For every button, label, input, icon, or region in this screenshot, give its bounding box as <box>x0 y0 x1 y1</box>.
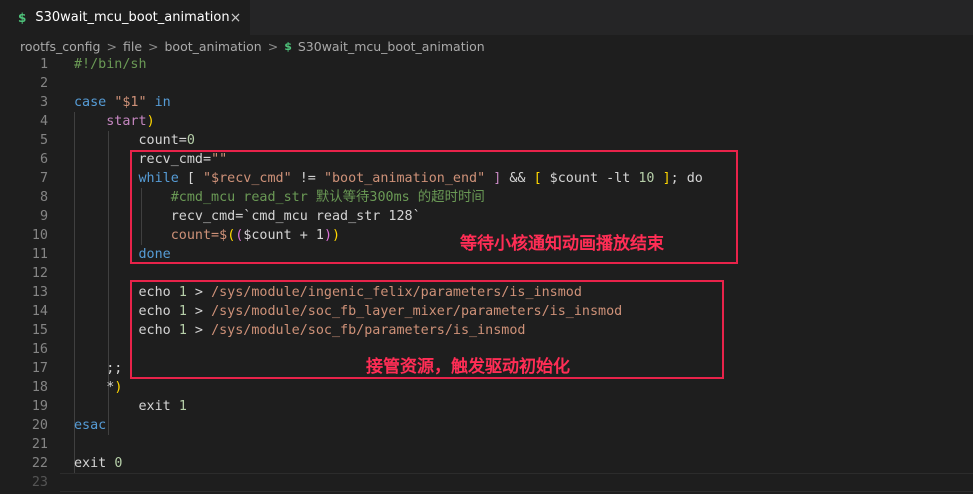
line-number: 14 <box>31 304 48 319</box>
code-token: ) <box>146 114 155 129</box>
code-text: #!/bin/sh <box>74 55 147 74</box>
code-line: 5 count=0 <box>0 131 973 150</box>
breadcrumb-item-file-name[interactable]: S30wait_mcu_boot_animation <box>298 39 485 54</box>
breadcrumb-item-rootfs-config[interactable]: rootfs_config <box>20 39 100 54</box>
line-number: 8 <box>39 190 48 205</box>
line-number: 22 <box>31 456 48 471</box>
line-number: 10 <box>31 228 48 243</box>
code-line: 3 case "$1" in <box>0 93 973 112</box>
code-line: 18 *) <box>0 378 973 397</box>
tab-s30wait-mcu-boot-animation[interactable]: $ S30wait_mcu_boot_animation × <box>0 0 250 35</box>
code-text: ;; <box>74 359 122 378</box>
code-token: 0 <box>114 456 123 471</box>
tab-title: S30wait_mcu_boot_animation <box>35 10 230 25</box>
code-token: 1 <box>178 399 187 414</box>
code-editor[interactable]: 1 #!/bin/sh 2 3 case "$1" in 4 start) 5 count=… <box>0 55 973 494</box>
code-token: "$1" <box>114 95 147 110</box>
code-token: ) <box>114 380 123 395</box>
line-number: 18 <box>31 380 48 395</box>
line-number: 12 <box>31 266 48 281</box>
code-token: count= <box>74 133 187 148</box>
line-number: 2 <box>39 76 48 91</box>
code-line: 20 esac <box>0 416 973 435</box>
line-number: 21 <box>31 437 48 452</box>
line-number: 16 <box>31 342 48 357</box>
code-line: 22 exit 0 <box>0 454 973 473</box>
code-text: *) <box>74 378 122 397</box>
code-token: case <box>74 95 107 110</box>
code-token: esac <box>74 418 107 433</box>
tab-bar: $ S30wait_mcu_boot_animation × <box>0 0 973 35</box>
line-number: 20 <box>31 418 48 433</box>
code-token: exit <box>74 399 179 414</box>
breadcrumb: rootfs_config > file > boot_animation > … <box>0 35 973 57</box>
line-number: 9 <box>39 209 48 224</box>
code-token: * <box>74 380 115 395</box>
line-number: 1 <box>39 57 48 72</box>
code-token: start <box>106 114 147 129</box>
code-text: exit 1 <box>74 397 187 416</box>
annotation-wait: 等待小核通知动画播放结束 <box>460 234 664 254</box>
line-number: 6 <box>39 152 48 167</box>
code-text: case "$1" in <box>74 93 171 112</box>
line-number: 19 <box>31 399 48 414</box>
line-number: 15 <box>31 323 48 338</box>
line-number: 5 <box>39 133 48 148</box>
code-token: 0 <box>186 133 195 148</box>
code-token: in <box>154 95 171 110</box>
line-number: 3 <box>39 95 48 110</box>
breadcrumb-item-boot-animation[interactable]: boot_animation <box>165 39 262 54</box>
chevron-right-icon: > <box>267 38 279 54</box>
code-text: exit 0 <box>74 454 122 473</box>
code-text: count=0 <box>74 131 195 150</box>
code-line: 23 <box>0 473 973 492</box>
line-number: 11 <box>31 247 48 262</box>
chevron-right-icon: > <box>106 38 117 54</box>
code-token: #!/bin/sh <box>74 57 147 72</box>
code-token: exit <box>74 456 115 471</box>
breadcrumb-item-file[interactable]: file <box>123 39 142 54</box>
code-line: 4 start) <box>0 112 973 131</box>
close-icon[interactable]: × <box>230 10 242 26</box>
line-number: 4 <box>39 114 48 129</box>
chevron-right-icon: > <box>148 38 159 54</box>
line-number: 17 <box>31 361 48 376</box>
annotation-takeover: 接管资源，触发驱动初始化 <box>366 357 570 377</box>
code-text: esac <box>74 416 106 435</box>
line-number: 23 <box>31 475 48 490</box>
code-line: 1 #!/bin/sh <box>0 55 973 74</box>
code-line: 21 <box>0 435 973 454</box>
code-line: 2 <box>0 74 973 93</box>
code-line: 19 exit 1 <box>0 397 973 416</box>
shell-file-icon: $ <box>18 10 27 25</box>
code-text: start) <box>74 112 155 131</box>
code-token: ;; <box>74 361 123 376</box>
line-number: 13 <box>31 285 48 300</box>
line-number: 7 <box>39 171 48 186</box>
shell-file-icon: $ <box>284 39 292 53</box>
